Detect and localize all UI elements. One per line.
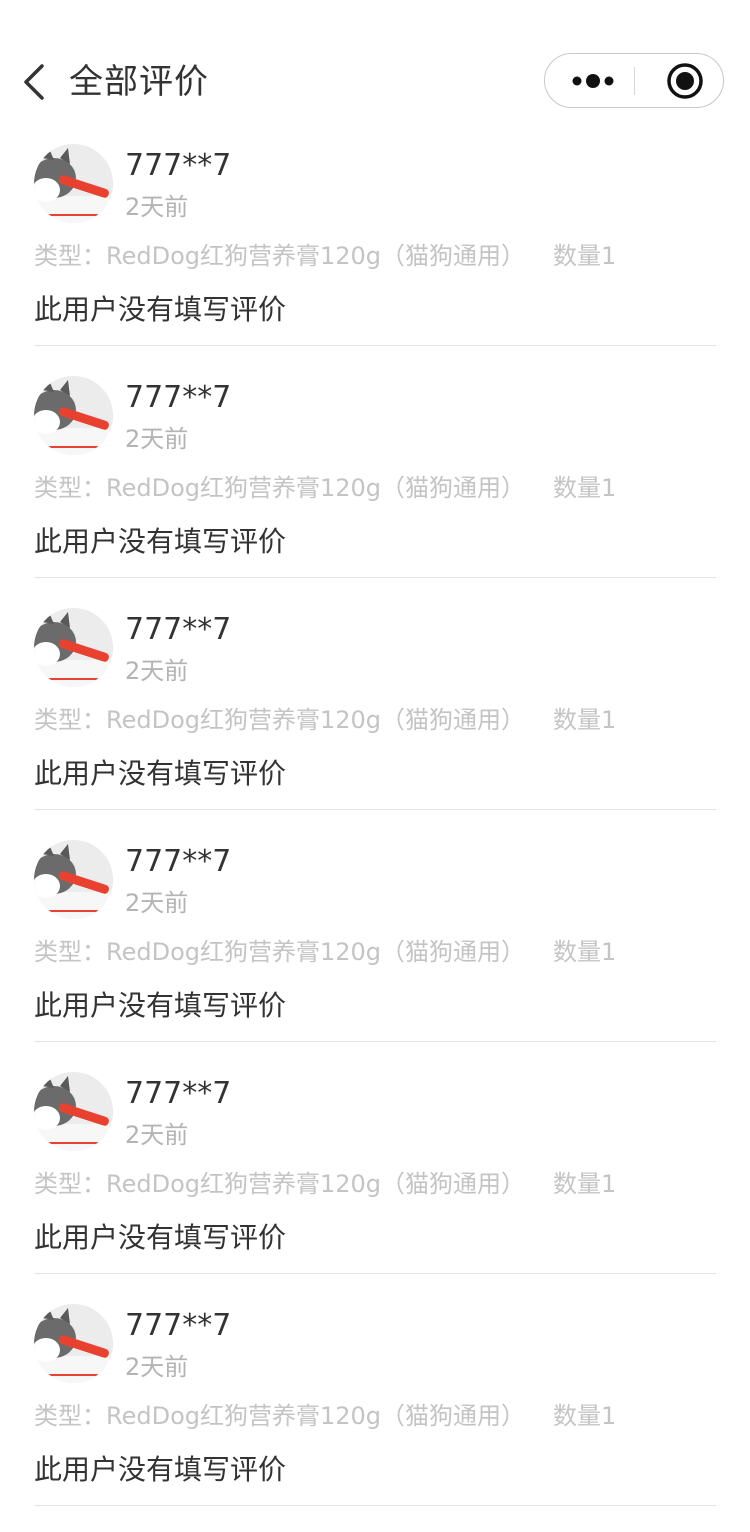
review-time: 2天前 [125,425,189,453]
divider [34,1041,716,1042]
review-item: 777**7 2天前 类型：RedDog红狗营养膏120g（猫狗通用） 数量1 … [0,1300,750,1532]
page-title: 全部评价 [69,62,209,102]
review-time: 2天前 [125,657,189,685]
review-content: 此用户没有填写评价 [34,525,287,558]
cat-avatar-icon [34,144,113,223]
product-spec: 类型：RedDog红狗营养膏120g（猫狗通用） [34,474,526,502]
quantity: 数量1 [553,242,617,270]
username: 777**7 [125,1076,232,1111]
product-spec: 类型：RedDog红狗营养膏120g（猫狗通用） [34,1170,526,1198]
review-item: 777**7 2天前 类型：RedDog红狗营养膏120g（猫狗通用） 数量1 … [0,604,750,836]
product-spec: 类型：RedDog红狗营养膏120g（猫狗通用） [34,938,526,966]
quantity: 数量1 [553,1170,617,1198]
divider [34,1273,716,1274]
avatar [34,144,113,223]
review-content: 此用户没有填写评价 [34,989,287,1022]
cat-avatar-icon [34,376,113,455]
avatar [34,1304,113,1383]
navigation-bar: 全部评价 [0,0,750,138]
product-spec: 类型：RedDog红狗营养膏120g（猫狗通用） [34,1402,526,1430]
quantity: 数量1 [553,474,617,502]
review-list: 777**7 2天前 类型：RedDog红狗营养膏120g（猫狗通用） 数量1 … [0,140,750,1532]
review-time: 2天前 [125,193,189,221]
miniprogram-capsule [544,53,724,108]
quantity: 数量1 [553,706,617,734]
avatar [34,1072,113,1151]
cat-avatar-icon [34,1304,113,1383]
more-dots-icon [572,74,614,88]
divider [34,809,716,810]
username: 777**7 [125,380,232,415]
username: 777**7 [125,612,232,647]
product-spec: 类型：RedDog红狗营养膏120g（猫狗通用） [34,242,526,270]
review-content: 此用户没有填写评价 [34,757,287,790]
cat-avatar-icon [34,1072,113,1151]
quantity: 数量1 [553,938,617,966]
divider [34,1505,716,1506]
cat-avatar-icon [34,840,113,919]
target-circle-icon [667,63,703,99]
close-miniprogram-button[interactable] [635,54,723,107]
review-item: 777**7 2天前 类型：RedDog红狗营养膏120g（猫狗通用） 数量1 … [0,372,750,604]
review-item: 777**7 2天前 类型：RedDog红狗营养膏120g（猫狗通用） 数量1 … [0,836,750,1068]
chevron-left-icon [24,64,44,100]
review-item: 777**7 2天前 类型：RedDog红狗营养膏120g（猫狗通用） 数量1 … [0,1068,750,1300]
username: 777**7 [125,1308,232,1343]
avatar [34,608,113,687]
avatar [34,840,113,919]
cat-avatar-icon [34,608,113,687]
review-time: 2天前 [125,1121,189,1149]
divider [34,345,716,346]
review-content: 此用户没有填写评价 [34,293,287,326]
review-content: 此用户没有填写评价 [34,1221,287,1254]
review-item: 777**7 2天前 类型：RedDog红狗营养膏120g（猫狗通用） 数量1 … [0,140,750,372]
divider [34,577,716,578]
review-time: 2天前 [125,889,189,917]
quantity: 数量1 [553,1402,617,1430]
back-button[interactable] [14,58,58,106]
review-content: 此用户没有填写评价 [34,1453,287,1486]
product-spec: 类型：RedDog红狗营养膏120g（猫狗通用） [34,706,526,734]
username: 777**7 [125,148,232,183]
review-time: 2天前 [125,1353,189,1381]
username: 777**7 [125,844,232,879]
more-button[interactable] [545,54,635,107]
avatar [34,376,113,455]
